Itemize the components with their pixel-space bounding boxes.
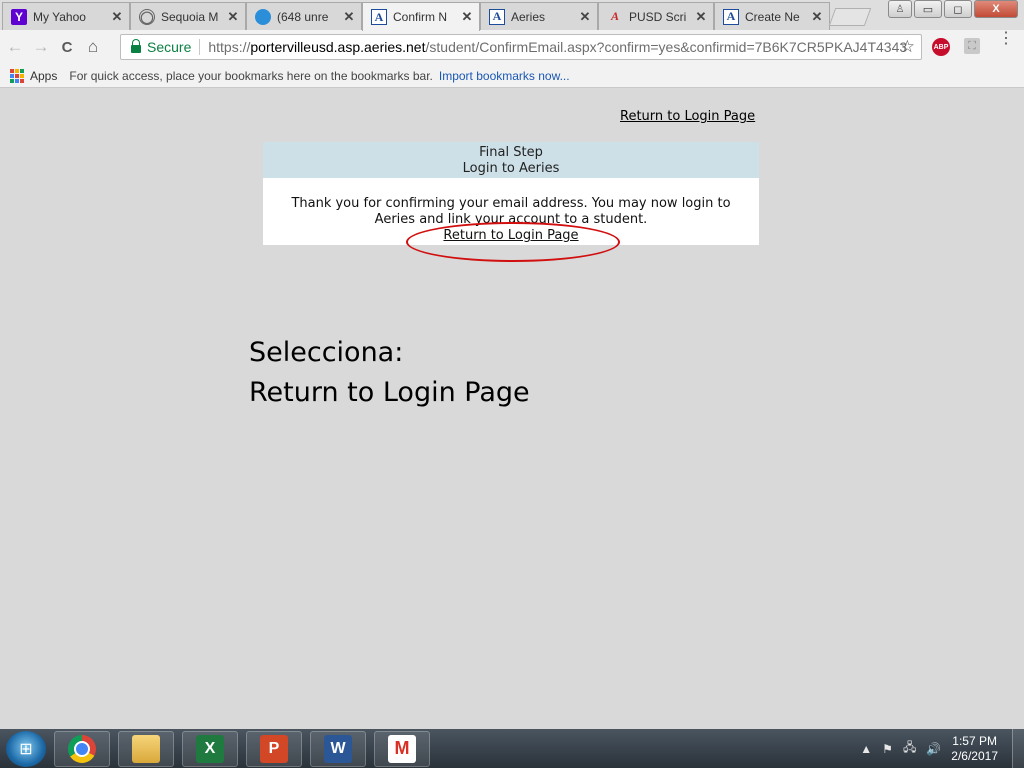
tab-att-mail[interactable]: (648 unre ✕ (246, 2, 362, 30)
instruction-line-1: Selecciona: (249, 337, 404, 368)
tab-title: Sequoia M (161, 9, 219, 24)
folder-icon (132, 734, 160, 763)
return-to-login-link-top[interactable]: Return to Login Page (620, 109, 755, 124)
url-scheme: https:// (208, 39, 251, 55)
taskbar-powerpoint[interactable]: P (246, 730, 302, 767)
taskbar-gmail[interactable]: M (374, 730, 430, 767)
tab-create-new[interactable]: A Create Ne ✕ (714, 2, 830, 30)
tab-close-icon[interactable]: ✕ (227, 9, 239, 25)
excel-icon: X (196, 734, 224, 763)
volume-icon[interactable]: 🔊 (926, 742, 941, 756)
tab-title: Create Ne (745, 9, 800, 24)
powerpoint-icon: P (260, 734, 288, 763)
extension-icon[interactable]: ⛶ (964, 38, 980, 54)
close-window-button[interactable]: X (974, 0, 1018, 18)
taskbar-file-explorer[interactable] (118, 730, 174, 767)
address-bar[interactable]: Secure https:// portervilleusd.asp.aerie… (120, 34, 922, 60)
tab-sequoia[interactable]: ◯ Sequoia M ✕ (130, 2, 246, 30)
bookmarks-hint: For quick access, place your bookmarks h… (69, 68, 433, 83)
apps-grid-icon[interactable] (10, 68, 24, 83)
reload-icon[interactable]: C (56, 36, 78, 58)
browser-toolbar: ← → C ⌂ Secure https:// portervilleusd.a… (0, 30, 1024, 64)
show-hidden-icons-icon[interactable]: ▲ (860, 742, 872, 756)
clock-time: 1:57 PM (952, 733, 997, 748)
tab-close-icon[interactable]: ✕ (579, 9, 591, 25)
taskbar-chrome[interactable] (54, 730, 110, 767)
forward-arrow-icon[interactable]: → (30, 36, 52, 58)
chrome-icon (68, 734, 96, 763)
aeries-icon: A (371, 9, 387, 25)
new-tab-button[interactable] (828, 8, 872, 26)
final-step-panel: Final Step Login to Aeries Thank you for… (263, 142, 759, 245)
bookmarks-bar: Apps For quick access, place your bookma… (0, 64, 1024, 88)
instruction-text: Selecciona: Return to Login Page (249, 333, 530, 413)
tab-close-icon[interactable]: ✕ (343, 9, 355, 25)
apps-label[interactable]: Apps (30, 69, 57, 83)
return-to-login-link[interactable]: Return to Login Page (443, 228, 578, 244)
import-bookmarks-link[interactable]: Import bookmarks now... (439, 69, 570, 83)
tab-close-icon[interactable]: ✕ (695, 9, 707, 25)
tab-strip: Y My Yahoo ✕ ◯ Sequoia M ✕ (648 unre ✕ A… (0, 0, 1024, 31)
window-controls: ▭ ◻ X (914, 0, 1018, 18)
network-icon[interactable]: 🖧 (903, 738, 916, 759)
panel-header-subtitle: Login to Aeries (462, 161, 560, 176)
aeries-icon: A (489, 8, 505, 25)
home-icon[interactable]: ⌂ (82, 36, 104, 58)
panel-header-title: Final Step (479, 145, 543, 160)
taskbar: ⊞ X P W M ▲ ⚑ 🖧 🔊 1:57 PM 2/6/2017 (0, 729, 1024, 768)
tab-close-icon[interactable]: ✕ (461, 9, 473, 25)
tab-pusd[interactable]: A PUSD Scri ✕ (598, 2, 714, 30)
confirmation-message: Thank you for confirming your email addr… (291, 196, 731, 227)
tab-title: (648 unre (277, 9, 329, 24)
instruction-line-2: Return to Login Page (249, 377, 530, 408)
word-icon: W (324, 734, 352, 763)
taskbar-excel[interactable]: X (182, 730, 238, 767)
secure-label: Secure (147, 39, 192, 55)
url-host: portervilleusd.asp.aeries.net (250, 39, 426, 55)
tab-title: PUSD Scri (629, 9, 687, 24)
adblock-plus-icon[interactable]: ABP (932, 38, 950, 56)
tab-confirm[interactable]: A Confirm N ✕ (362, 2, 480, 31)
att-icon (255, 8, 271, 25)
bookmark-star-icon[interactable]: ☆ (900, 37, 915, 57)
tab-close-icon[interactable]: ✕ (111, 9, 123, 25)
aeries-icon: A (723, 8, 739, 25)
lock-icon (131, 39, 141, 53)
gmail-icon: M (388, 734, 416, 763)
tab-close-icon[interactable]: ✕ (811, 9, 823, 25)
pusd-icon: A (610, 9, 619, 23)
yahoo-icon: Y (11, 8, 27, 25)
profile-icon[interactable]: ♙ (888, 0, 912, 18)
back-arrow-icon[interactable]: ← (4, 36, 26, 58)
tab-title: Confirm N (393, 10, 448, 24)
globe-icon: ◯ (139, 8, 155, 25)
system-tray: ▲ ⚑ 🖧 🔊 1:57 PM 2/6/2017 (860, 729, 1024, 768)
url-path: /student/ConfirmEmail.aspx?confirm=yes&c… (425, 39, 908, 55)
start-button[interactable]: ⊞ (6, 730, 46, 767)
clock[interactable]: 1:57 PM 2/6/2017 (951, 734, 998, 764)
page-content: Return to Login Page Final Step Login to… (0, 89, 1024, 729)
minimize-button[interactable]: ▭ (914, 0, 942, 18)
tab-title: My Yahoo (33, 9, 86, 24)
taskbar-word[interactable]: W (310, 730, 366, 767)
panel-body: Thank you for confirming your email addr… (263, 178, 759, 244)
panel-header: Final Step Login to Aeries (263, 142, 759, 178)
tab-aeries[interactable]: A Aeries ✕ (480, 2, 598, 30)
tab-my-yahoo[interactable]: Y My Yahoo ✕ (2, 2, 130, 30)
show-desktop-button[interactable] (1012, 729, 1024, 768)
divider (199, 39, 201, 55)
action-center-flag-icon[interactable]: ⚑ (882, 742, 893, 756)
menu-icon[interactable]: ⋮ (998, 31, 1014, 47)
maximize-button[interactable]: ◻ (944, 0, 972, 18)
tab-title: Aeries (511, 9, 546, 24)
clock-date: 2/6/2017 (951, 748, 998, 763)
